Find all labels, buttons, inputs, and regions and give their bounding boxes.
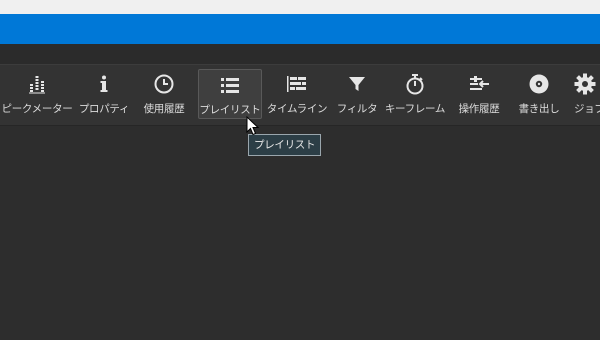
tooltip: プレイリスト xyxy=(248,134,322,156)
toolbar-filter-button[interactable]: フィルタ xyxy=(332,69,382,119)
gear-icon xyxy=(572,71,598,97)
filter-icon xyxy=(344,71,370,97)
main-panel xyxy=(0,126,600,340)
toolbar-label: ピークメーター xyxy=(1,103,73,115)
peak-meter-icon xyxy=(24,71,50,97)
toolbar-recent-button[interactable]: 使用履歴 xyxy=(136,69,192,119)
history-icon xyxy=(466,71,492,97)
disc-icon xyxy=(526,71,552,97)
toolbar-peak-meter-button[interactable]: ピークメーター xyxy=(0,69,74,119)
toolbar-label: 操作履歴 xyxy=(458,103,500,115)
toolbar-history-button[interactable]: 操作履歴 xyxy=(450,69,508,119)
toolbar-export-button[interactable]: 書き出し xyxy=(512,69,566,119)
toolbar-label: キーフレーム xyxy=(384,103,446,115)
window-top-strip xyxy=(0,0,600,14)
toolbar-label: フィルタ xyxy=(336,103,378,115)
toolbar-label: タイムライン xyxy=(266,103,328,115)
toolbar-timeline-button[interactable]: タイムライン xyxy=(266,69,328,119)
toolbar-label: 使用履歴 xyxy=(143,103,185,115)
toolbar-label: プレイリスト xyxy=(199,104,261,116)
info-icon xyxy=(91,71,117,97)
timeline-icon xyxy=(284,71,310,97)
list-icon xyxy=(217,72,243,98)
toolbar-label: 書き出し xyxy=(518,103,560,115)
title-bar xyxy=(0,14,600,44)
toolbar-keyframes-button[interactable]: キーフレーム xyxy=(384,69,446,119)
stopwatch-icon xyxy=(402,71,428,97)
toolbar: ピークメーター プロパティ 使用履歴 プレイリスト タイムライン フィルタ キー… xyxy=(0,64,600,126)
toolbar-playlist-button[interactable]: プレイリスト xyxy=(198,69,262,119)
menu-gap xyxy=(0,44,600,64)
toolbar-properties-button[interactable]: プロパティ xyxy=(76,69,132,119)
clock-icon xyxy=(151,71,177,97)
toolbar-jobs-button[interactable]: ジョブ xyxy=(570,69,600,119)
toolbar-label: ジョブ xyxy=(574,103,600,115)
toolbar-label: プロパティ xyxy=(78,103,130,115)
mouse-cursor-icon xyxy=(246,116,260,136)
